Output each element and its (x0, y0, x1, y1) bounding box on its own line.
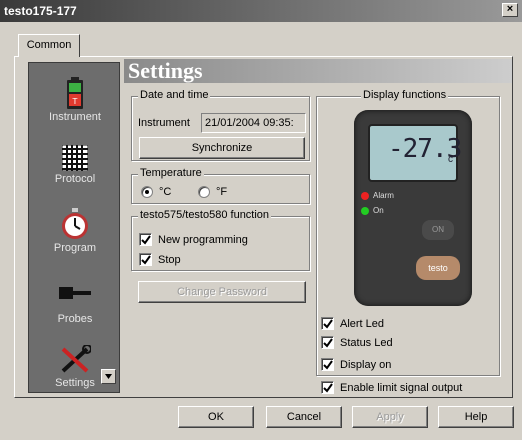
device-brand-button: testo (416, 256, 460, 280)
sidebar-item-label: Probes (57, 313, 93, 325)
device-alarm-label: Alarm (373, 191, 394, 200)
svg-text:T: T (72, 97, 78, 106)
title-bar[interactable]: testo175-177 × (0, 0, 522, 22)
alert-led-label: Alert Led (340, 318, 385, 330)
battery-icon: T (67, 77, 83, 109)
status-led-icon (361, 207, 369, 215)
celsius-label: °C (159, 186, 172, 198)
checkmark-icon (141, 255, 151, 265)
display-on-label: Display on (340, 359, 392, 371)
device-lcd: -27.3 c (368, 124, 462, 182)
sidebar: T Instrument Protocol Program Probes Set… (28, 62, 120, 393)
fahrenheit-radio[interactable] (198, 186, 210, 198)
checkmark-icon (141, 235, 151, 245)
new-programming-label: New programming (158, 234, 248, 246)
enable-limit-checkbox[interactable] (321, 381, 334, 394)
function-legend: testo575/testo580 function (138, 209, 272, 221)
stop-checkbox[interactable] (139, 253, 152, 266)
sidebar-item-label: Protocol (54, 173, 96, 185)
help-button[interactable]: Help (438, 406, 514, 428)
stop-label: Stop (158, 254, 181, 266)
instrument-datetime-field[interactable]: 21/01/2004 09:35: (201, 113, 306, 133)
tools-icon (61, 345, 91, 373)
checkmark-icon (323, 383, 333, 393)
temperature-legend: Temperature (138, 167, 204, 179)
sidebar-scroll-down-button[interactable] (101, 369, 116, 384)
stopwatch-icon (62, 208, 88, 239)
change-password-button[interactable]: Change Password (138, 281, 306, 303)
sidebar-item-instrument[interactable]: T Instrument (29, 77, 121, 123)
display-functions-legend: Display functions (361, 89, 449, 101)
checkmark-icon (323, 319, 333, 329)
tab-common[interactable]: Common (18, 34, 80, 57)
section-header: Settings (124, 58, 512, 83)
device-on-label: On (373, 206, 384, 215)
table-icon (62, 145, 88, 171)
ok-button[interactable]: OK (178, 406, 254, 428)
checkmark-icon (323, 360, 333, 370)
page-title: Settings (128, 58, 203, 83)
enable-limit-label: Enable limit signal output (340, 382, 463, 394)
display-on-checkbox[interactable] (321, 358, 334, 371)
triangle-down-icon (105, 374, 112, 379)
close-icon: × (506, 3, 514, 15)
sidebar-item-label: Instrument (49, 111, 101, 123)
device-on-button: ON (422, 220, 454, 240)
synchronize-button[interactable]: Synchronize (139, 137, 305, 159)
new-programming-checkbox[interactable] (139, 233, 152, 246)
status-led-label: Status Led (340, 337, 393, 349)
status-led-checkbox[interactable] (321, 336, 334, 349)
celsius-radio[interactable] (141, 186, 153, 198)
apply-button[interactable]: Apply (352, 406, 428, 428)
fahrenheit-label: °F (216, 186, 228, 198)
checkmark-icon (323, 338, 333, 348)
sidebar-item-program[interactable]: Program (29, 208, 121, 254)
settings-window: testo175-177 × Common T Instrument Proto… (0, 0, 522, 440)
sidebar-item-protocol[interactable]: Protocol (29, 145, 121, 185)
alert-led-checkbox[interactable] (321, 317, 334, 330)
window-title: testo175-177 (4, 4, 77, 18)
device-unit: c (448, 154, 453, 165)
cancel-button[interactable]: Cancel (266, 406, 342, 428)
sidebar-item-probes[interactable]: Probes (29, 283, 121, 325)
alarm-led-icon (361, 192, 369, 200)
sidebar-item-label: Program (53, 242, 97, 254)
probe-icon (59, 287, 91, 299)
close-button[interactable]: × (502, 3, 518, 17)
instrument-label: Instrument (138, 117, 190, 129)
date-time-legend: Date and time (138, 89, 211, 101)
device-image: -27.3 c Alarm On ON testo (354, 110, 472, 306)
tab-common-label: Common (26, 39, 72, 51)
